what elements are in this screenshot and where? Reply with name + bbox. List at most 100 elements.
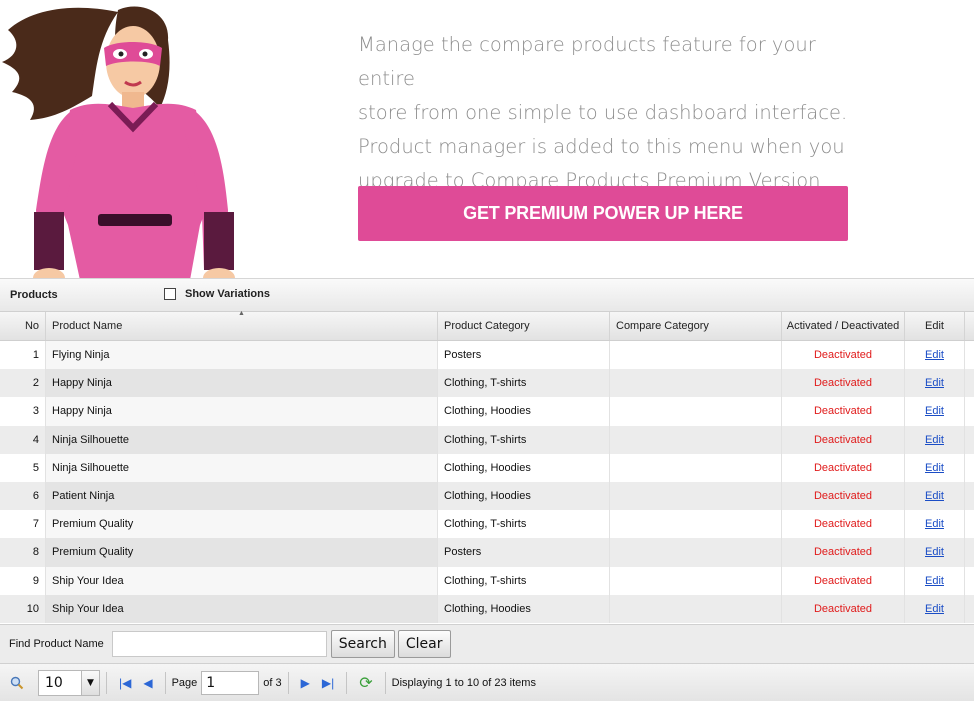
edit-link[interactable]: Edit <box>925 349 944 361</box>
magnifier-icon[interactable] <box>10 676 24 690</box>
show-variations-checkbox[interactable] <box>164 288 176 300</box>
compare-category <box>610 481 782 511</box>
edit-link[interactable]: Edit <box>925 377 944 389</box>
status-badge[interactable]: Deactivated <box>814 518 872 530</box>
status-badge[interactable]: Deactivated <box>814 462 872 474</box>
search-input[interactable] <box>111 631 327 657</box>
promo-line: Manage the compare products feature for … <box>358 33 816 90</box>
table-row[interactable]: 1 Flying Ninja Posters Deactivated Edit <box>0 341 974 370</box>
edit-link[interactable]: Edit <box>925 603 944 615</box>
page-number-input[interactable]: 1 <box>201 670 260 695</box>
table-row[interactable]: 10 Ship Your Idea Clothing, Hoodies Deac… <box>0 594 974 623</box>
table-row[interactable]: 5 Ninja Silhouette Clothing, Hoodies Dea… <box>0 453 974 482</box>
edit-cell: Edit <box>905 369 965 398</box>
edit-link[interactable]: Edit <box>925 462 944 474</box>
product-name: Flying Ninja <box>46 341 438 370</box>
row-filler <box>965 454 974 482</box>
status-badge[interactable]: Deactivated <box>814 434 872 446</box>
product-category: Clothing, T-shirts <box>438 510 610 539</box>
table-row[interactable]: 4 Ninja Silhouette Clothing, T-shirts De… <box>0 425 974 454</box>
compare-category <box>610 453 782 482</box>
product-category: Clothing, Hoodies <box>438 594 610 623</box>
product-name: Ship Your Idea <box>46 566 438 595</box>
last-page-icon[interactable]: ▶| <box>322 676 334 690</box>
column-header-no[interactable]: No <box>0 312 46 340</box>
get-premium-button[interactable]: GET PREMIUM POWER UP HERE <box>358 186 848 241</box>
status-cell: Deactivated <box>782 538 905 567</box>
refresh-icon[interactable]: ⟳ <box>359 673 372 693</box>
column-header-compare-category[interactable]: Compare Category <box>610 312 782 340</box>
pager-divider <box>164 671 166 694</box>
compare-category <box>610 397 782 426</box>
edit-link[interactable]: Edit <box>925 546 944 558</box>
display-info: Displaying 1 to 10 of 23 items <box>391 676 536 689</box>
table-row[interactable]: 3 Happy Ninja Clothing, Hoodies Deactiva… <box>0 397 974 426</box>
next-page-icon[interactable]: ▶ <box>301 676 310 690</box>
previous-page-icon[interactable]: ◀ <box>143 676 152 690</box>
product-name: Happy Ninja <box>46 397 438 426</box>
edit-link[interactable]: Edit <box>925 490 944 502</box>
per-page-value: 10 <box>45 674 63 691</box>
search-button[interactable]: Search <box>330 630 395 658</box>
status-badge[interactable]: Deactivated <box>814 405 872 417</box>
edit-cell: Edit <box>905 510 965 539</box>
pagination-bar: 10 ▼ |◀ ◀ Page 1 of 3 ▶ ▶| ⟳ Displaying … <box>0 664 974 701</box>
product-name: Ninja Silhouette <box>46 453 438 482</box>
status-cell: Deactivated <box>782 453 905 482</box>
status-badge[interactable]: Deactivated <box>814 490 872 502</box>
row-filler <box>965 510 974 538</box>
product-category: Posters <box>438 538 610 567</box>
table-row[interactable]: 6 Patient Ninja Clothing, Hoodies Deacti… <box>0 481 974 511</box>
search-bar: Find Product Name Search Clear <box>0 624 974 664</box>
grid-header: Products Show Variations ▲ <box>0 279 974 317</box>
status-cell: Deactivated <box>782 425 905 454</box>
promo-description: Manage the compare products feature for … <box>358 28 878 198</box>
compare-category <box>610 341 782 370</box>
product-category: Clothing, Hoodies <box>438 397 610 426</box>
show-variations-toggle[interactable]: Show Variations <box>164 288 270 300</box>
row-filler <box>965 341 974 369</box>
table-row[interactable]: 8 Premium Quality Posters Deactivated Ed… <box>0 538 974 567</box>
table-row[interactable]: 7 Premium Quality Clothing, T-shirts Dea… <box>0 510 974 539</box>
product-name: Patient Ninja <box>46 481 438 511</box>
column-header-status[interactable]: Activated / Deactivated <box>782 312 905 340</box>
table-row[interactable]: 9 Ship Your Idea Clothing, T-shirts Deac… <box>0 566 974 595</box>
row-number: 10 <box>0 594 46 623</box>
column-header-edit[interactable]: Edit <box>905 312 965 340</box>
row-number: 2 <box>0 369 46 398</box>
grid-title: Products <box>10 289 58 301</box>
edit-link[interactable]: Edit <box>925 518 944 530</box>
per-page-select[interactable]: 10 ▼ <box>38 669 100 696</box>
column-header-filler <box>965 312 974 340</box>
page-count: of 3 <box>263 676 282 689</box>
compare-category <box>610 594 782 623</box>
edit-cell: Edit <box>905 481 965 511</box>
show-variations-label: Show Variations <box>185 288 270 300</box>
row-number: 5 <box>0 453 46 482</box>
clear-button[interactable]: Clear <box>397 630 451 658</box>
status-cell: Deactivated <box>782 397 905 426</box>
status-badge[interactable]: Deactivated <box>814 603 872 615</box>
product-category: Clothing, Hoodies <box>438 453 610 482</box>
first-page-icon[interactable]: |◀ <box>119 676 131 690</box>
table-row[interactable]: 2 Happy Ninja Clothing, T-shirts Deactiv… <box>0 369 974 398</box>
product-category: Clothing, T-shirts <box>438 566 610 595</box>
chevron-down-icon[interactable]: ▼ <box>81 670 99 695</box>
compare-category <box>610 538 782 567</box>
edit-link[interactable]: Edit <box>925 405 944 417</box>
status-badge[interactable]: Deactivated <box>814 546 872 558</box>
edit-link[interactable]: Edit <box>925 434 944 446</box>
status-badge[interactable]: Deactivated <box>814 377 872 389</box>
row-filler <box>965 595 974 623</box>
column-header-product-category[interactable]: Product Category <box>438 312 610 340</box>
status-cell: Deactivated <box>782 481 905 511</box>
status-cell: Deactivated <box>782 594 905 623</box>
row-filler <box>965 482 974 510</box>
search-label: Find Product Name <box>9 638 104 650</box>
row-number: 4 <box>0 425 46 454</box>
status-badge[interactable]: Deactivated <box>814 575 872 587</box>
edit-link[interactable]: Edit <box>925 575 944 587</box>
row-filler <box>965 426 974 454</box>
status-badge[interactable]: Deactivated <box>814 349 872 361</box>
pager-divider <box>287 671 289 694</box>
